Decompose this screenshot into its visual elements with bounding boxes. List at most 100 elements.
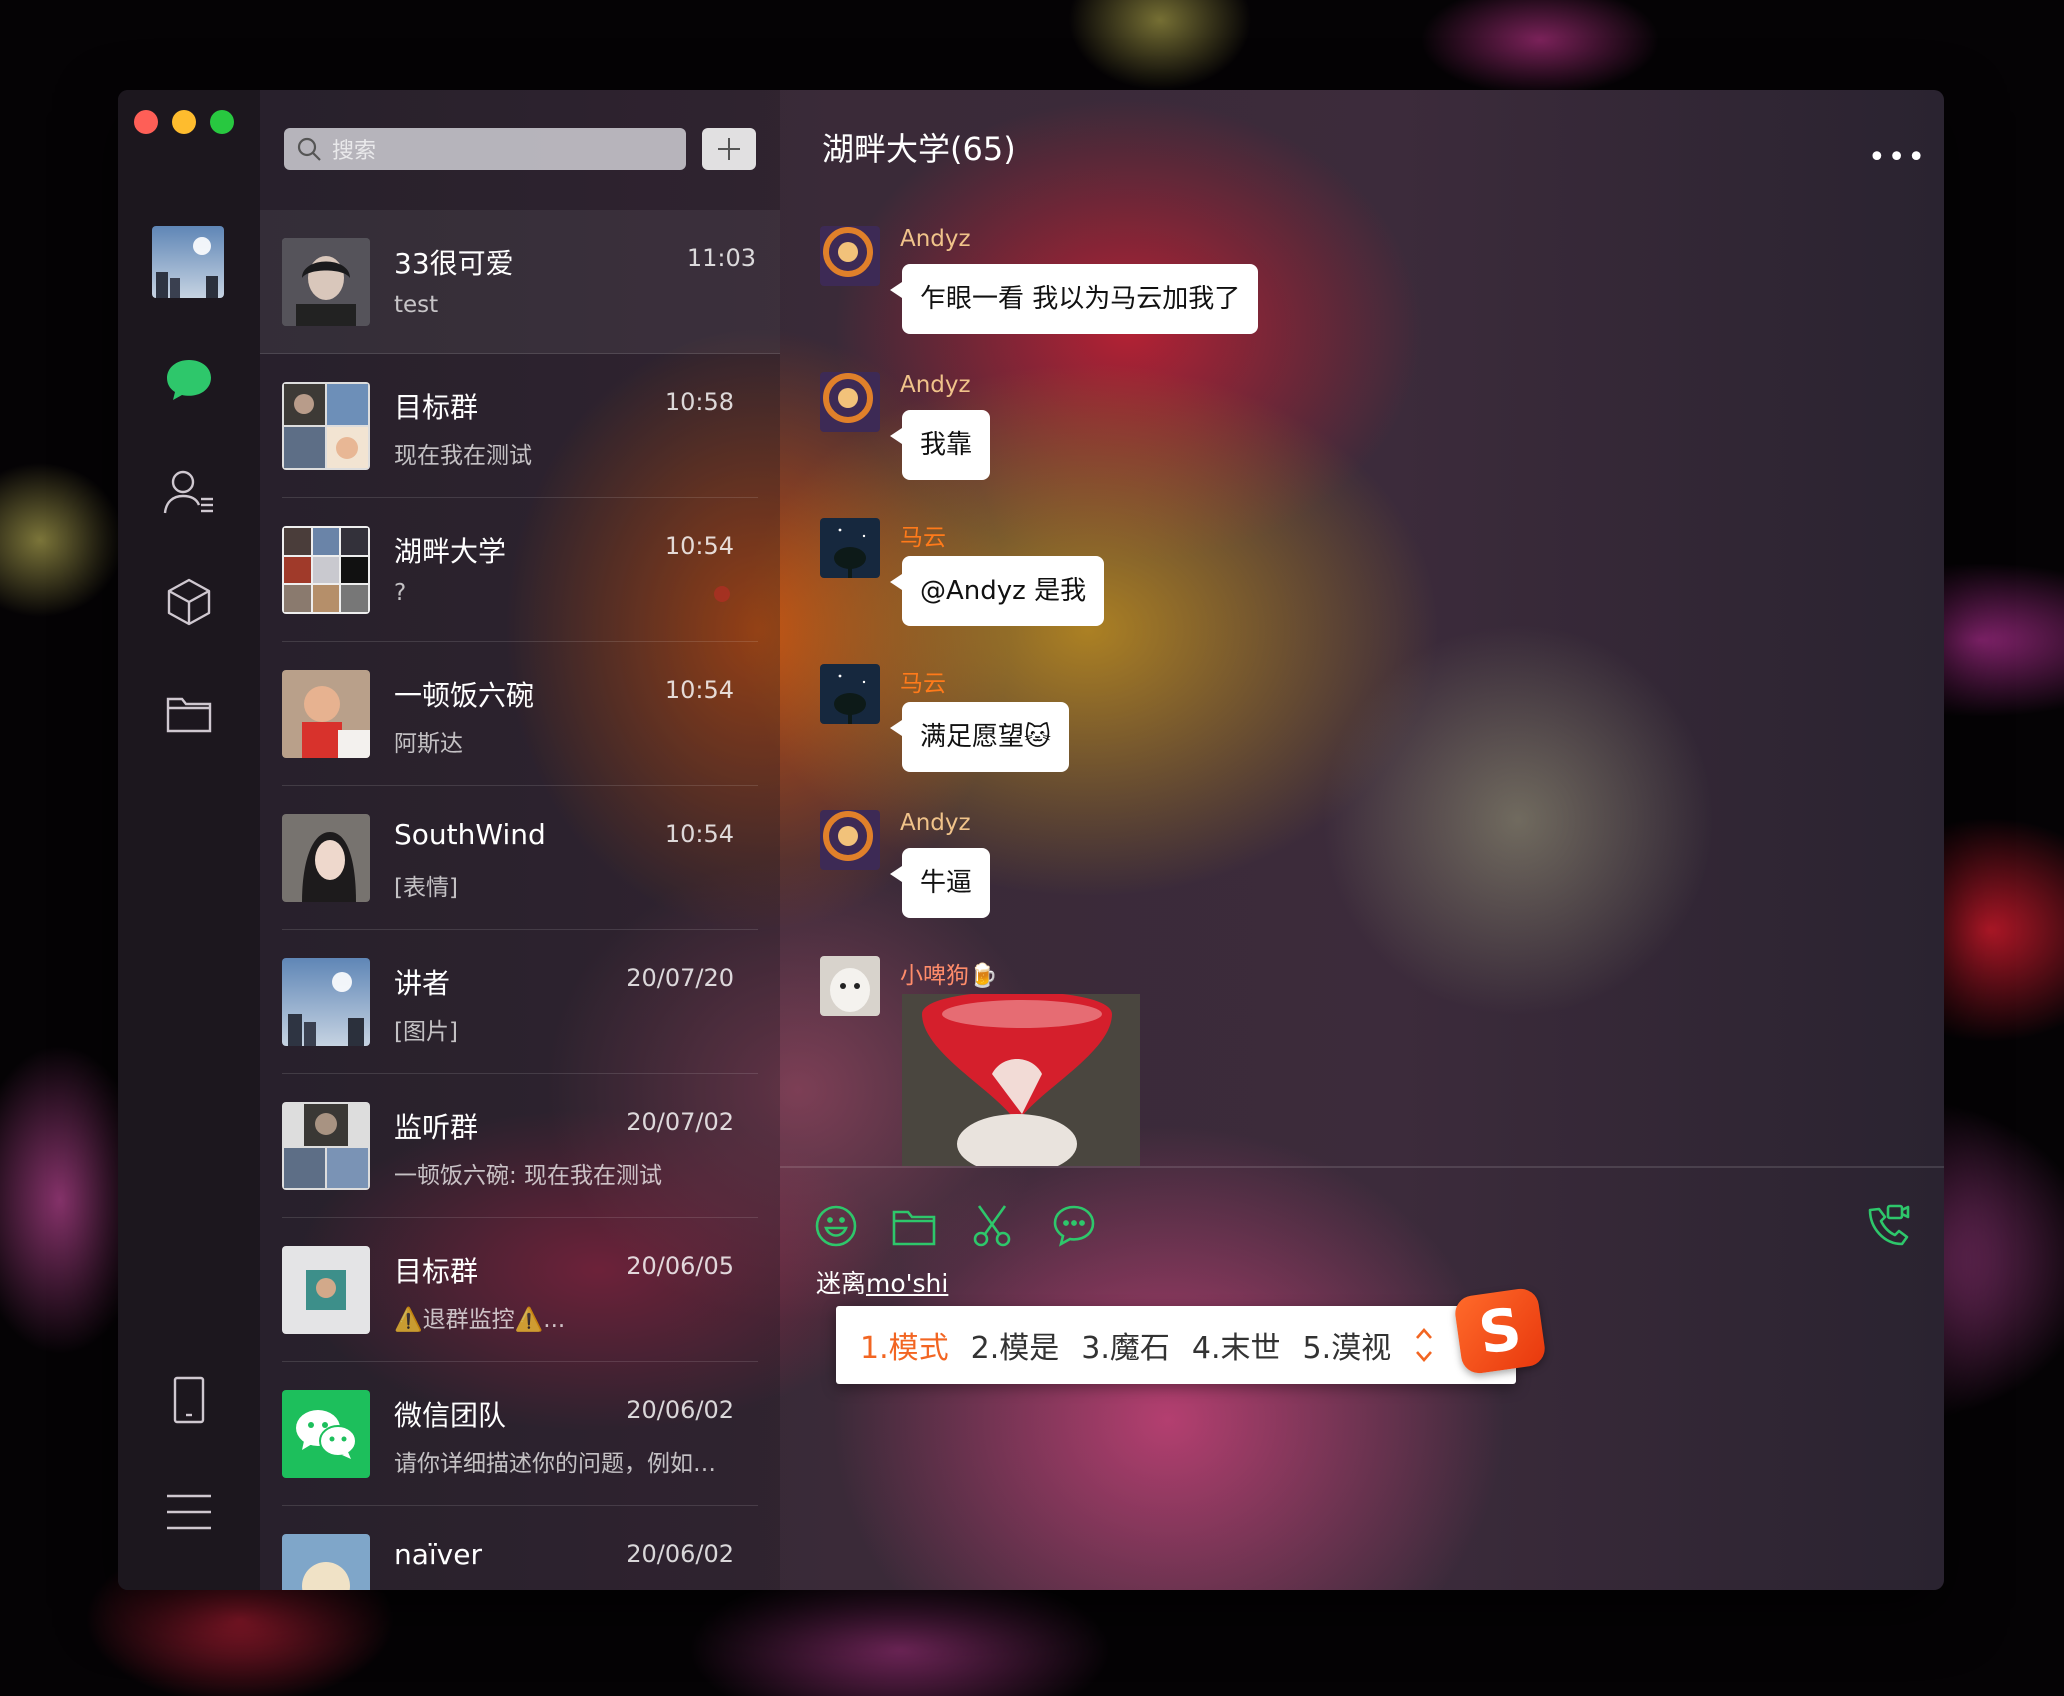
add-button[interactable] [702,128,756,170]
conversation-name: 目标群 [394,1255,479,1288]
sender-name: 小啤狗🍺 [900,963,998,989]
message-bubble[interactable]: 满足愿望🐱 [889,702,1070,772]
conversation-preview: [图片] [394,1019,458,1045]
conversation-name: 监听群 [394,1111,479,1144]
conversation-preview: 一顿饭六碗: 现在我在测试 [394,1163,663,1189]
input-divider [780,1166,1944,1168]
conversation-time: 10:54 [664,820,734,848]
search-placeholder: 搜索 [332,139,377,164]
chat-title: 湖畔大学(65) [822,130,1016,168]
conversation-avatar [282,1390,370,1478]
conversation-preview: 阿斯达 [394,731,463,757]
sender-name: 马云 [900,671,946,697]
conversation-name: 目标群 [394,391,479,424]
conversation-name: 湖畔大学 [394,535,507,568]
conversation-avatar [282,670,370,758]
chat-bubble-icon[interactable] [158,350,220,410]
message-bubble[interactable]: 我靠 [889,410,991,480]
sender-avatar[interactable] [820,518,880,578]
zoom-window-button[interactable] [210,110,234,134]
conversation-item[interactable]: naïver 20/06/02 [282,1506,758,1590]
conversation-name: 讲者 [394,967,451,1000]
conversation-avatar [282,958,370,1046]
message-image[interactable] [902,994,1140,1166]
minimize-window-button[interactable] [172,110,196,134]
conversation-item[interactable]: 讲者 20/07/20 [图片] [282,930,758,1074]
conversation-item[interactable]: 微信团队 20/06/02 请你详细描述你的问题，例如… [282,1362,758,1506]
conversation-avatar [282,382,370,470]
video-call-icon[interactable] [1866,1202,1910,1252]
conversation-item[interactable]: 监听群 20/07/02 一顿饭六碗: 现在我在测试 [282,1074,758,1218]
phone-icon[interactable] [158,1370,220,1430]
more-dots-icon[interactable]: ••• [1868,140,1927,175]
conversation-name: 微信团队 [394,1399,507,1432]
folder-icon[interactable] [158,684,220,744]
ime-candidate[interactable]: 5.漠视 [1303,1323,1392,1367]
sender-avatar[interactable] [820,372,880,432]
conversation-time: 20/06/02 [626,1396,734,1424]
ime-candidate[interactable]: 4.末世 [1192,1323,1281,1367]
conversation-time: 20/06/02 [626,1540,734,1568]
conversation-name: naïver [394,1538,482,1571]
conversation-item[interactable]: 湖畔大学 10:54 ? [282,498,758,642]
conversation-time: 11:03 [686,244,756,272]
sender-avatar[interactable] [820,664,880,724]
sender-name: Andyz [900,372,971,398]
conversation-time: 10:54 [664,676,734,704]
sender-name: Andyz [900,810,971,836]
plus-icon [718,138,740,160]
conversation-name: SouthWind [394,818,546,851]
composing-pinyin: mo'shi [866,1269,949,1298]
conversation-item[interactable]: SouthWind 10:54 [表情] [282,786,758,930]
close-window-button[interactable] [134,110,158,134]
conversation-avatar [282,814,370,902]
conversation-avatar [282,1534,370,1590]
conversation-preview: test [394,292,439,318]
mute-bell-icon [714,586,730,602]
wechat-window: 搜索 33很可爱 11:03 test 目标群 10:58 现在我在测试 湖畔大… [118,90,1944,1590]
conversation-item[interactable]: 一顿饭六碗 10:54 阿斯达 [282,642,758,786]
conversation-time: 10:58 [664,388,734,416]
conversation-avatar [282,1102,370,1190]
ime-candidate-window: 1.模式 2.模是 3.魔石 4.末世 5.漠视 [836,1306,1516,1384]
profile-avatar[interactable] [152,226,224,298]
sender-avatar[interactable] [820,226,880,286]
conversation-time: 20/07/02 [626,1108,734,1136]
conversation-avatar [282,1246,370,1334]
sogou-ime-logo: S [1452,1286,1548,1376]
emoji-icon[interactable] [814,1204,858,1252]
search-input[interactable]: 搜索 [284,128,686,170]
message-bubble[interactable]: 牛逼 [889,848,991,918]
hamburger-menu-icon[interactable] [158,1482,220,1542]
sender-avatar[interactable] [820,956,880,1016]
conversation-item[interactable]: 目标群 20/06/05 ⚠️退群监控⚠️... [282,1218,758,1362]
conversation-preview: ? [394,580,407,606]
search-icon [297,137,321,161]
conversation-item[interactable]: 33很可爱 11:03 test [260,210,780,354]
send-file-icon[interactable] [892,1208,936,1250]
ime-candidate[interactable]: 3.魔石 [1081,1323,1170,1367]
sender-name: 马云 [900,525,946,551]
conversation-item[interactable]: 目标群 10:58 现在我在测试 [282,354,758,498]
ime-page-arrows-icon[interactable] [1413,1325,1435,1365]
cube-icon[interactable] [158,572,220,632]
message-bubble[interactable]: @Andyz 是我 [889,556,1105,626]
conversation-preview: ⚠️退群监控⚠️... [394,1307,566,1333]
sender-name: Andyz [900,226,971,252]
chat-history-icon[interactable] [1052,1204,1096,1252]
conversation-preview: 请你详细描述你的问题，例如… [394,1451,716,1477]
ime-candidate[interactable]: 2.模是 [971,1323,1060,1367]
conversation-avatar [282,526,370,614]
conversation-time: 20/06/05 [626,1252,734,1280]
wechat-logo-icon [296,1410,357,1459]
conversation-avatar [282,238,370,326]
message-bubble[interactable]: 乍眼一看 我以为马云加我了 [889,264,1259,334]
conversation-preview: 现在我在测试 [394,443,532,469]
conversation-name: 一顿饭六碗 [394,679,535,712]
message-input[interactable]: 迷离mo'shi [816,1264,948,1300]
nav-sidebar [118,90,260,1590]
scissors-icon[interactable] [972,1204,1012,1252]
sender-avatar[interactable] [820,810,880,870]
ime-candidate[interactable]: 1.模式 [860,1323,949,1367]
contacts-icon[interactable] [158,462,220,522]
